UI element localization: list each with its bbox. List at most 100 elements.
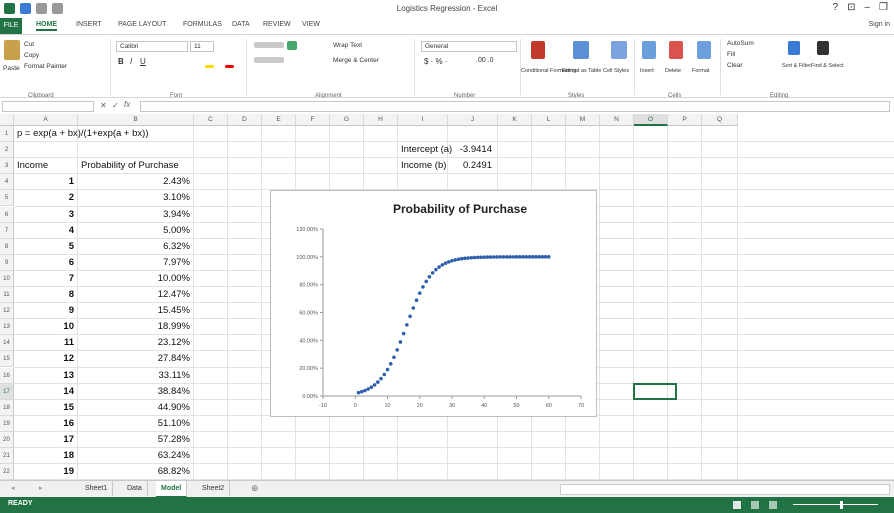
zoom-slider-thumb[interactable] — [840, 501, 843, 509]
format-table-button[interactable]: Format as Table — [562, 68, 601, 74]
find-select-icon[interactable] — [817, 41, 829, 55]
column-header-p[interactable]: P — [668, 114, 702, 126]
decimal-buttons[interactable]: .00 .0 — [476, 57, 494, 64]
copy-button[interactable]: Copy — [24, 52, 39, 59]
column-header-i[interactable]: I — [398, 114, 448, 126]
insert-function-icon[interactable]: fx — [124, 100, 130, 109]
enter-icon[interactable]: ✓ — [112, 101, 119, 110]
currency-button[interactable]: $ · % · — [424, 57, 448, 66]
tab-home[interactable]: HOME — [36, 21, 57, 31]
insert-cells-icon[interactable] — [642, 41, 656, 59]
row-header-1[interactable]: 1 — [0, 126, 14, 143]
column-header-d[interactable]: D — [228, 114, 262, 126]
format-button[interactable]: Format — [692, 68, 709, 74]
row-header-18[interactable]: 18 — [0, 399, 14, 416]
insert-button[interactable]: Insert — [640, 68, 654, 74]
row-header-2[interactable]: 2 — [0, 142, 14, 159]
font-size-select[interactable]: 11 — [190, 41, 214, 52]
probability-chart[interactable]: Probability of Purchase 0.00% 20.00% 40.00%… — [270, 190, 597, 417]
row-header-16[interactable]: 16 — [0, 367, 14, 384]
font-color-icon[interactable] — [225, 65, 234, 68]
row-header-17[interactable]: 17 — [0, 383, 14, 400]
paste-icon[interactable] — [4, 40, 20, 60]
column-header-c[interactable]: C — [194, 114, 228, 126]
minimize-icon[interactable]: – — [864, 2, 870, 13]
tab-data[interactable]: DATA — [232, 21, 250, 28]
delete-cells-icon[interactable] — [669, 41, 683, 59]
italic-button[interactable]: I — [130, 57, 132, 66]
sheet-tab-sheet2[interactable]: Sheet2 — [197, 481, 231, 496]
align-top-icon[interactable] — [254, 42, 284, 48]
column-header-h[interactable]: H — [364, 114, 398, 126]
tab-review[interactable]: REVIEW — [263, 21, 291, 28]
horizontal-scrollbar[interactable] — [560, 484, 890, 495]
row-header-3[interactable]: 3 — [0, 158, 14, 175]
sign-in-link[interactable]: Sign in — [869, 21, 890, 28]
row-header-8[interactable]: 8 — [0, 238, 14, 255]
wrap-text-button[interactable]: Wrap Text — [333, 42, 362, 49]
paste-label[interactable]: Paste — [3, 65, 20, 72]
row-header-21[interactable]: 21 — [0, 448, 14, 465]
delete-button[interactable]: Delete — [665, 68, 681, 74]
cell-styles-icon[interactable] — [611, 41, 627, 59]
page-layout-view-icon[interactable] — [751, 501, 759, 509]
conditional-formatting-icon[interactable] — [531, 41, 545, 59]
row-header-5[interactable]: 5 — [0, 190, 14, 207]
sheet-tab-data[interactable]: Data — [122, 481, 148, 496]
cancel-icon[interactable]: ✕ — [100, 101, 107, 110]
row-header-14[interactable]: 14 — [0, 335, 14, 352]
help-icon[interactable]: ? — [833, 2, 839, 13]
cell-styles-button[interactable]: Cell Styles — [603, 68, 629, 74]
row-header-15[interactable]: 15 — [0, 351, 14, 368]
column-header-n[interactable]: N — [600, 114, 634, 126]
clear-button[interactable]: Clear — [727, 62, 743, 69]
column-header-l[interactable]: L — [532, 114, 566, 126]
formula-input[interactable] — [140, 101, 890, 112]
scroll-tabs-right-icon[interactable]: ▸ — [34, 481, 48, 496]
column-header-a[interactable]: A — [14, 114, 78, 126]
tab-file[interactable]: FILE — [0, 18, 22, 34]
align-left-icon[interactable] — [254, 57, 284, 63]
sheet-tab-model[interactable]: Model — [156, 481, 188, 498]
row-header-10[interactable]: 10 — [0, 270, 14, 287]
ribbon-display-icon[interactable]: ⊡ — [847, 2, 855, 13]
name-box[interactable] — [2, 101, 94, 112]
normal-view-icon[interactable] — [733, 501, 741, 509]
row-header-7[interactable]: 7 — [0, 222, 14, 239]
column-header-o[interactable]: O — [634, 114, 668, 126]
row-header-6[interactable]: 6 — [0, 206, 14, 223]
select-all-corner[interactable] — [0, 114, 14, 126]
column-header-g[interactable]: G — [330, 114, 364, 126]
format-table-icon[interactable] — [573, 41, 589, 59]
tab-formulas[interactable]: FORMULAS — [183, 21, 222, 28]
column-header-f[interactable]: F — [296, 114, 330, 126]
row-header-13[interactable]: 13 — [0, 319, 14, 336]
underline-button[interactable]: U — [140, 57, 146, 66]
sheet-tab-sheet1[interactable]: Sheet1 — [80, 481, 114, 496]
scroll-tabs-left-icon[interactable]: ◂ — [6, 481, 20, 496]
orientation-icon[interactable] — [287, 41, 297, 50]
sort-filter-icon[interactable] — [788, 41, 800, 55]
row-header-4[interactable]: 4 — [0, 174, 14, 191]
restore-icon[interactable]: ❐ — [879, 2, 888, 13]
row-header-19[interactable]: 19 — [0, 415, 14, 432]
row-header-11[interactable]: 11 — [0, 287, 14, 304]
row-header-9[interactable]: 9 — [0, 254, 14, 271]
format-cells-icon[interactable] — [697, 41, 711, 59]
row-header-22[interactable]: 22 — [0, 464, 14, 480]
column-header-b[interactable]: B — [78, 114, 194, 126]
selected-cell[interactable] — [633, 382, 677, 400]
tab-page-layout[interactable]: PAGE LAYOUT — [118, 21, 166, 28]
column-header-k[interactable]: K — [498, 114, 532, 126]
column-header-m[interactable]: M — [566, 114, 600, 126]
find-select-button[interactable]: Find & Select — [811, 63, 844, 69]
page-break-view-icon[interactable] — [769, 501, 777, 509]
column-header-e[interactable]: E — [262, 114, 296, 126]
row-header-12[interactable]: 12 — [0, 303, 14, 320]
cut-button[interactable]: Cut — [24, 41, 34, 48]
column-header-j[interactable]: J — [448, 114, 498, 126]
zoom-slider[interactable] — [793, 504, 878, 505]
format-painter-button[interactable]: Format Painter — [24, 63, 67, 70]
fill-color-icon[interactable] — [205, 65, 214, 68]
bold-button[interactable]: B — [118, 57, 124, 66]
